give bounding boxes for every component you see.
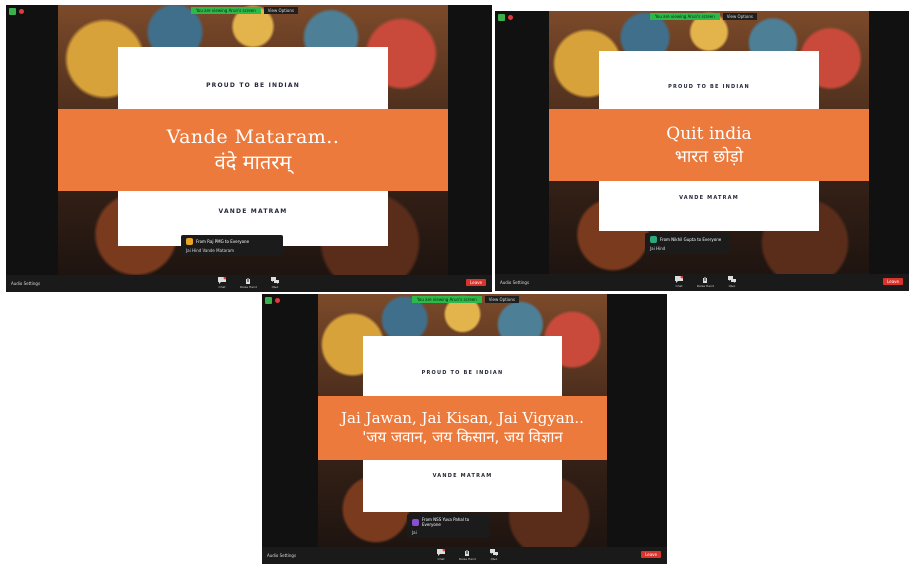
hand-icon — [703, 277, 708, 283]
view-options-button[interactable]: View Options — [263, 7, 298, 14]
hand-icon — [465, 550, 470, 556]
qa-label: Q&A — [728, 284, 736, 288]
sender-avatar — [650, 236, 657, 243]
slide-top-text: PROUD TO BE INDIAN — [668, 84, 750, 90]
chat-sender: From NSS Yuva Pahal to Everyone — [422, 517, 470, 527]
screen-share-bar: You are viewing Arun's screen View Optio… — [412, 296, 519, 303]
security-shield-icon[interactable] — [9, 8, 16, 15]
slide-bottom-text: VANDE MATRAM — [218, 208, 288, 215]
audio-settings-button[interactable]: Audio Settings — [267, 553, 296, 558]
leave-button[interactable]: Leave — [466, 279, 486, 286]
qa-label: Q&A — [271, 285, 279, 289]
slide-top-text: PROUD TO BE INDIAN — [421, 370, 504, 376]
meeting-window-1: You are viewing Arun's screen View Optio… — [6, 5, 492, 292]
qa-icon — [727, 276, 736, 283]
slide-top-box: PROUD TO BE INDIAN — [118, 47, 388, 109]
slide-bottom-text: VANDE MATRAM — [679, 195, 739, 201]
raise-hand-button[interactable]: Raise Hand — [459, 549, 476, 561]
chat-message: Jai — [412, 530, 417, 535]
security-shield-icon[interactable] — [498, 14, 505, 21]
chat-message: Jai Hind Vande Mataram — [186, 248, 235, 253]
meeting-toolbar: Audio Settings Chat Raise Hand Q&A Leave — [6, 275, 492, 292]
audio-settings-button[interactable]: Audio Settings — [500, 280, 529, 285]
sender-avatar — [412, 518, 419, 526]
slide-orange-band: Quit india भारत छोड़ो — [549, 109, 869, 181]
qa-icon — [489, 549, 498, 556]
meeting-toolbar: Audio Settings Chat Raise Hand Q&A Leave — [495, 274, 909, 291]
sender-avatar — [186, 238, 193, 245]
view-options-button[interactable]: View Options — [484, 296, 519, 303]
slide-top-box: PROUD TO BE INDIAN — [363, 336, 562, 396]
chat-notification[interactable]: From Nikhil Gupta to Everyone Jai Hind — [645, 233, 729, 254]
chat-message: Jai Hind — [650, 246, 666, 251]
screen-share-notice: You are viewing Arun's screen — [650, 13, 720, 20]
shared-screen: PROUD TO BE INDIAN Vande Mataram.. वंदे … — [6, 5, 492, 275]
slide-slogan-english: Vande Mataram.. — [166, 125, 340, 148]
chat-button[interactable]: Chat — [437, 549, 445, 561]
meeting-window-2: You are viewing Arun's screen View Optio… — [495, 11, 909, 291]
meeting-toolbar: Audio Settings Chat Raise Hand Q&A Leave — [262, 547, 667, 564]
slide-orange-band: Jai Jawan, Jai Kisan, Jai Vigyan.. 'जय ज… — [318, 396, 607, 460]
raise-hand-button[interactable]: Raise Hand — [697, 276, 714, 288]
recording-dot-icon — [275, 298, 280, 303]
qa-label: Q&A — [490, 557, 498, 561]
recording-dot-icon — [508, 15, 513, 20]
chat-notification[interactable]: From NSS Yuva Pahal to Everyone Jai — [407, 514, 489, 538]
slide-slogan-english: Jai Jawan, Jai Kisan, Jai Vigyan.. — [341, 409, 584, 427]
qa-button[interactable]: Q&A — [727, 276, 736, 288]
recording-dot-icon — [19, 9, 24, 14]
slide-bottom-box: VANDE MATRAM — [363, 460, 562, 512]
chat-label: Chat — [218, 285, 226, 289]
security-shield-icon[interactable] — [265, 297, 272, 304]
screen-share-bar: You are viewing Arun's screen View Optio… — [650, 13, 757, 20]
slide-bottom-box: VANDE MATRAM — [599, 181, 819, 231]
chat-label: Chat — [675, 284, 683, 288]
qa-icon — [270, 277, 279, 284]
leave-button[interactable]: Leave — [641, 551, 661, 558]
chat-icon — [675, 276, 683, 283]
leave-button[interactable]: Leave — [883, 278, 903, 285]
slide-slogan-english: Quit india — [666, 123, 752, 144]
slide-top-text: PROUD TO BE INDIAN — [206, 81, 300, 89]
audio-settings-button[interactable]: Audio Settings — [11, 281, 40, 286]
slide-orange-band: Vande Mataram.. वंदे मातरम् — [58, 109, 448, 191]
meeting-status — [9, 8, 24, 15]
chat-label: Chat — [437, 557, 445, 561]
raise-hand-label: Raise Hand — [459, 557, 476, 561]
chat-button[interactable]: Chat — [218, 277, 226, 289]
screen-share-notice: You are viewing Arun's screen — [412, 296, 482, 303]
chat-sender: From Nikhil Gupta to Everyone — [660, 237, 722, 242]
slide-slogan-hindi: 'जय जवान, जय किसान, जय विज्ञान — [362, 428, 563, 446]
view-options-button[interactable]: View Options — [722, 13, 757, 20]
chat-button[interactable]: Chat — [675, 276, 683, 288]
qa-button[interactable]: Q&A — [489, 549, 498, 561]
shared-screen: PROUD TO BE INDIAN Quit india भारत छोड़ो… — [495, 11, 909, 274]
presentation-slide: PROUD TO BE INDIAN Jai Jawan, Jai Kisan,… — [318, 294, 607, 547]
qa-button[interactable]: Q&A — [270, 277, 279, 289]
slide-bottom-text: VANDE MATRAM — [432, 473, 493, 479]
raise-hand-label: Raise Hand — [240, 285, 257, 289]
shared-screen: PROUD TO BE INDIAN Jai Jawan, Jai Kisan,… — [262, 294, 667, 547]
meeting-status — [498, 14, 513, 21]
raise-hand-label: Raise Hand — [697, 284, 714, 288]
screen-share-bar: You are viewing Arun's screen View Optio… — [191, 7, 298, 14]
slide-top-box: PROUD TO BE INDIAN — [599, 51, 819, 109]
screen-share-notice: You are viewing Arun's screen — [191, 7, 261, 14]
meeting-window-3: You are viewing Arun's screen View Optio… — [262, 294, 667, 564]
hand-icon — [246, 278, 251, 284]
slide-slogan-hindi: वंदे मातरम् — [214, 149, 292, 174]
slide-slogan-hindi: भारत छोड़ो — [674, 146, 744, 167]
chat-icon — [437, 549, 445, 556]
chat-icon — [218, 277, 226, 284]
chat-notification[interactable]: From Raj PMG to Everyone Jai Hind Vande … — [181, 235, 283, 256]
meeting-status — [265, 297, 280, 304]
chat-sender: From Raj PMG to Everyone — [196, 239, 250, 244]
raise-hand-button[interactable]: Raise Hand — [240, 277, 257, 289]
